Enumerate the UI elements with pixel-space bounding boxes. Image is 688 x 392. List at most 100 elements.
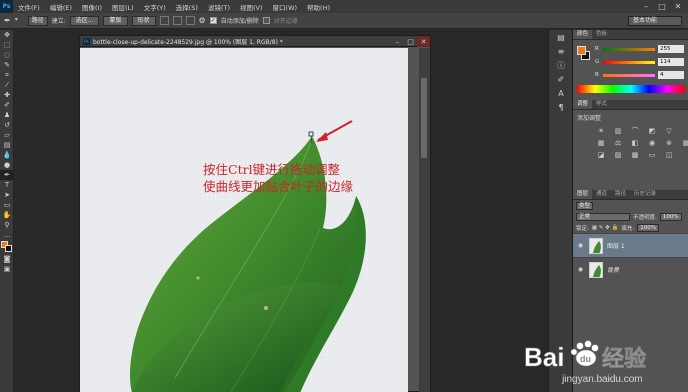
doc-maximize-icon[interactable]: □ xyxy=(404,36,417,47)
shape-tool-icon[interactable]: ▭ xyxy=(0,200,14,210)
path-arrangement-icon[interactable] xyxy=(185,16,195,25)
menu-file[interactable]: 文件(F) xyxy=(13,2,45,12)
green-slider[interactable] xyxy=(603,60,655,64)
align-edges-checkbox[interactable] xyxy=(262,17,270,24)
channel-mixer-icon[interactable]: ⊗ xyxy=(663,139,675,148)
screen-mode-icon[interactable]: ▣ xyxy=(0,264,14,274)
hue-saturation-icon[interactable]: ▦ xyxy=(595,139,607,148)
blue-value[interactable]: 4 xyxy=(658,71,684,79)
green-value[interactable]: 114 xyxy=(658,58,684,66)
selection-button[interactable]: 选区... xyxy=(69,15,100,26)
history-icon[interactable]: ▤ xyxy=(549,30,573,44)
crop-tool-icon[interactable]: ⌗ xyxy=(0,70,14,80)
layer-kind-select[interactable]: 类型 xyxy=(576,201,594,210)
layer-row[interactable]: ◉ 图层 1 xyxy=(573,233,688,257)
exposure-icon[interactable]: ◩ xyxy=(646,127,658,136)
tab-styles[interactable]: 样式 xyxy=(592,100,611,109)
scrollbar-thumb[interactable] xyxy=(421,78,427,158)
marquee-tool-icon[interactable]: ⬚ xyxy=(0,40,14,50)
brush-tool-icon[interactable]: ✐ xyxy=(0,100,14,110)
type-tool-icon[interactable]: T xyxy=(0,180,14,190)
more-tools-icon[interactable]: … xyxy=(0,230,14,240)
menu-type[interactable]: 文字(Y) xyxy=(139,2,171,12)
close-icon[interactable]: ✕ xyxy=(670,0,686,13)
layer-row[interactable]: ◉ 背景 xyxy=(573,257,688,281)
clone-stamp-tool-icon[interactable]: ♟ xyxy=(0,110,14,120)
invert-icon[interactable]: ◪ xyxy=(595,151,607,160)
history-brush-tool-icon[interactable]: ↺ xyxy=(0,120,14,130)
tab-adjustments[interactable]: 调整 xyxy=(573,100,593,109)
blue-slider[interactable] xyxy=(603,73,655,77)
tab-color[interactable]: 颜色 xyxy=(573,30,593,39)
eyedropper-tool-icon[interactable]: ⁄ xyxy=(0,80,14,90)
doc-close-icon[interactable]: ✕ xyxy=(417,36,430,47)
vibrance-icon[interactable]: ▽ xyxy=(663,127,675,136)
maximize-icon[interactable]: □ xyxy=(654,0,670,13)
vertical-scrollbar[interactable] xyxy=(419,48,430,392)
quick-select-tool-icon[interactable]: ✎ xyxy=(0,60,14,70)
color-lookup-icon[interactable]: ▦ xyxy=(680,139,688,148)
shape-button[interactable]: 形状 xyxy=(131,15,156,26)
photo-filter-icon[interactable]: ◉ xyxy=(646,139,658,148)
red-value[interactable]: 255 xyxy=(658,45,684,53)
color-balance-icon[interactable]: ⚖ xyxy=(612,139,624,148)
document-tab[interactable]: Ps bottle-close-up-delicate-2248529.jpg … xyxy=(80,36,430,47)
posterize-icon[interactable]: ▨ xyxy=(612,151,624,160)
brush-presets-icon[interactable]: ✐ xyxy=(549,72,573,86)
eraser-tool-icon[interactable]: ▱ xyxy=(0,130,14,140)
menu-image[interactable]: 图像(I) xyxy=(77,2,107,12)
red-slider[interactable] xyxy=(603,47,655,51)
gradient-tool-icon[interactable]: ▤ xyxy=(0,140,14,150)
menu-filter[interactable]: 滤镜(T) xyxy=(203,2,235,12)
tab-swatches[interactable]: 色板 xyxy=(592,30,611,39)
gear-icon[interactable]: ⚙ xyxy=(199,16,206,25)
curves-icon[interactable]: ⌒ xyxy=(629,127,641,136)
lock-icons[interactable]: ▦ ✎ ✥ 🔒 xyxy=(592,225,619,231)
background-swatch[interactable] xyxy=(5,245,12,252)
properties-icon[interactable]: ≡ xyxy=(549,44,573,58)
lasso-tool-icon[interactable]: ◌ xyxy=(0,50,14,60)
hand-tool-icon[interactable]: ✋ xyxy=(0,210,14,220)
zoom-tool-icon[interactable]: ⚲ xyxy=(0,220,14,230)
threshold-icon[interactable]: ▩ xyxy=(629,151,641,160)
dodge-tool-icon[interactable]: ● xyxy=(0,160,14,170)
menu-view[interactable]: 视图(V) xyxy=(235,2,268,12)
color-swatches[interactable] xyxy=(0,240,14,254)
eye-icon[interactable]: ◉ xyxy=(576,242,585,249)
tab-layers[interactable]: 图层 xyxy=(573,190,593,199)
pen-tool-icon-active[interactable]: ✒ xyxy=(0,170,14,180)
healing-brush-tool-icon[interactable]: ✚ xyxy=(0,90,14,100)
doc-minimize-icon[interactable]: – xyxy=(391,36,404,47)
selective-color-icon[interactable]: ◫ xyxy=(663,151,675,160)
tool-preset-icon[interactable]: ▾ xyxy=(15,16,24,25)
quick-mask-icon[interactable]: ◙ xyxy=(0,254,14,264)
path-selection-tool-icon[interactable]: ➤ xyxy=(0,190,14,200)
foreground-color-swatch[interactable] xyxy=(577,46,586,55)
character-icon[interactable]: A xyxy=(549,86,573,100)
blend-mode-select[interactable]: 正常 xyxy=(576,212,630,221)
menu-edit[interactable]: 编辑(E) xyxy=(45,2,77,12)
minimize-icon[interactable]: – xyxy=(638,0,654,13)
fill-input[interactable]: 100% xyxy=(637,223,659,232)
auto-add-delete-checkbox[interactable]: ✓ xyxy=(209,17,217,24)
menu-window[interactable]: 窗口(W) xyxy=(268,2,303,12)
eye-icon[interactable]: ◉ xyxy=(576,266,585,273)
path-operations-icon[interactable] xyxy=(159,16,169,25)
brightness-icon[interactable]: ☀ xyxy=(595,127,607,136)
tab-paths[interactable]: 路径 xyxy=(611,190,630,199)
tab-history[interactable]: 历史记录 xyxy=(630,190,660,199)
workspace-select[interactable]: 基本功能 xyxy=(628,16,682,26)
blur-tool-icon[interactable]: 💧 xyxy=(0,150,14,160)
menu-layer[interactable]: 图层(L) xyxy=(107,2,139,12)
path-alignment-icon[interactable] xyxy=(172,16,182,25)
levels-icon[interactable]: ▥ xyxy=(612,127,624,136)
move-tool-icon[interactable]: ✥ xyxy=(0,30,14,40)
image-canvas[interactable]: 按住Ctrl键进行拖动调整 使曲线更加贴合叶子的边缘 xyxy=(80,48,408,392)
black-white-icon[interactable]: ◧ xyxy=(629,139,641,148)
info-icon[interactable]: ⓘ xyxy=(549,58,573,72)
paragraph-icon[interactable]: ¶ xyxy=(549,100,573,114)
layer-name[interactable]: 图层 1 xyxy=(607,241,625,250)
menu-help[interactable]: 帮助(H) xyxy=(302,2,335,12)
pen-tool-icon[interactable]: ✒ xyxy=(4,16,11,25)
layer-name[interactable]: 背景 xyxy=(607,265,619,274)
